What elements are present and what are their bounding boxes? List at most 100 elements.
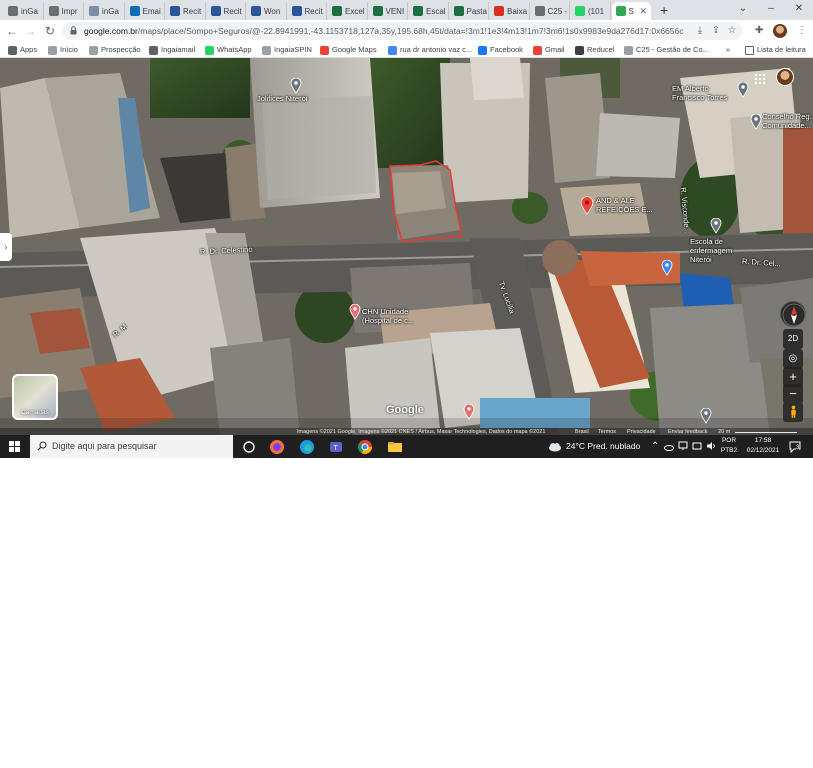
bookmark-item[interactable]: Ingaiamail — [149, 44, 195, 56]
weather-text[interactable]: 24°C Pred. nublado — [566, 435, 640, 458]
browser-tab[interactable]: S ✕ — [611, 2, 651, 20]
forward-button[interactable]: → — [22, 23, 38, 39]
tab-title: Pasta — [466, 6, 487, 16]
reload-button[interactable]: ↻ — [42, 23, 58, 39]
map-account-avatar[interactable] — [776, 68, 794, 86]
network-icon[interactable] — [678, 441, 688, 451]
toggle-2d-button[interactable]: 2D — [783, 329, 803, 349]
hospital-pin-icon-2[interactable] — [463, 404, 475, 420]
edge-icon[interactable] — [298, 438, 316, 456]
tab-favicon-icon — [494, 6, 504, 16]
map-label-jolifices[interactable]: Jolifices Niterói — [257, 94, 307, 103]
collapse-side-panel-button[interactable]: › — [0, 233, 12, 261]
bookmark-item[interactable]: Google Maps — [320, 44, 377, 56]
file-explorer-icon[interactable] — [386, 438, 404, 456]
cloud-weather-icon[interactable] — [548, 441, 562, 452]
street-view-pegman[interactable] — [783, 402, 803, 422]
browser-tab[interactable]: Emai — [126, 2, 165, 20]
community-pin-icon[interactable] — [750, 114, 762, 130]
map-label-and-ale[interactable]: AND & ALE REFEIÇÕES E... — [596, 196, 658, 214]
browser-tab[interactable]: Impr — [45, 2, 84, 20]
google-apps-grid-icon[interactable] — [754, 72, 766, 85]
taskbar-search-box[interactable]: Digite aqui para pesquisar — [30, 435, 233, 458]
power-icon[interactable] — [692, 441, 702, 451]
grey-place-pin-icon[interactable] — [290, 78, 302, 94]
red-place-pin-icon[interactable] — [580, 196, 594, 216]
close-tab-icon[interactable]: ✕ — [639, 6, 647, 17]
bookmark-item[interactable]: Gmail — [533, 44, 565, 56]
blue-place-pin-icon[interactable] — [661, 260, 673, 276]
hospital-pin-icon[interactable] — [349, 304, 361, 320]
kebab-menu-icon[interactable]: ⋮ — [797, 24, 807, 38]
chrome-icon[interactable] — [356, 438, 374, 456]
bookmark-item[interactable]: Início — [48, 44, 78, 56]
lock-icon — [70, 26, 77, 35]
extensions-puzzle-icon[interactable]: ✚ — [755, 24, 763, 38]
volume-icon[interactable] — [706, 441, 717, 451]
map-label-conselho[interactable]: Conselho Reg. Comunidade... — [762, 112, 813, 130]
my-location-button[interactable]: ◎ — [783, 349, 803, 369]
browser-tab[interactable]: Excel — [328, 2, 368, 20]
grey-place-pin-icon-2[interactable] — [700, 408, 712, 424]
clock[interactable]: 17:58 02/12/2021 — [744, 436, 782, 456]
tab-favicon-icon — [453, 6, 464, 16]
notifications-button[interactable]: 3 — [789, 440, 801, 454]
arrow-left-icon: ← — [6, 24, 18, 38]
browser-tab[interactable]: C25 - — [531, 2, 570, 20]
bookmark-item[interactable]: Apps — [8, 44, 37, 56]
bookmark-item[interactable]: Facebook — [478, 44, 523, 56]
profile-avatar[interactable] — [773, 24, 787, 38]
bookmark-item[interactable]: IngaiaSPIN — [262, 44, 312, 56]
teams-icon[interactable]: T — [327, 438, 345, 456]
bookmark-item[interactable]: Prospecção — [89, 44, 141, 56]
browser-tab[interactable]: Pasta — [450, 2, 489, 20]
map-label-chn-unidade[interactable]: CHN Unidade (Hospital de c... — [362, 307, 430, 325]
new-tab-button[interactable]: + — [660, 2, 668, 18]
back-button[interactable]: ← — [4, 23, 20, 39]
close-window-button[interactable]: ✕ — [785, 0, 813, 20]
tab-title: inGa — [21, 6, 38, 16]
map-canvas[interactable]: Jolifices Niterói EM Alberto Francisco T… — [0, 58, 813, 436]
reading-list-button[interactable]: Lista de leitura — [745, 44, 806, 56]
tray-overflow-chevron-icon[interactable]: ⌃ — [651, 435, 659, 458]
bookmark-item[interactable]: WhatsApp — [205, 44, 252, 56]
url-text: google.com.br/maps/place/Sompo+Seguros/@… — [84, 26, 684, 36]
tab-favicon-icon — [413, 6, 423, 16]
browser-tab[interactable]: Recit — [166, 2, 206, 20]
language-indicator[interactable]: POR PTB2 — [718, 436, 740, 456]
bookmarks-overflow-button[interactable]: » — [726, 44, 730, 56]
share-icon[interactable]: ⇪ — [710, 25, 722, 37]
browser-tab[interactable]: Baixa — [490, 2, 530, 20]
minimize-button[interactable]: – — [757, 0, 785, 20]
zoom-out-button[interactable]: − — [783, 384, 803, 404]
bookmark-item[interactable]: Reducel — [575, 44, 615, 56]
school-pin-icon[interactable] — [737, 82, 749, 98]
layers-button[interactable]: Camadas — [12, 374, 58, 420]
compass-button[interactable] — [780, 301, 806, 327]
bookmark-item[interactable]: rua dr antonio vaz c... — [388, 44, 472, 56]
map-label-em-alberto[interactable]: EM Alberto Francisco Torres — [672, 84, 742, 102]
onedrive-cloud-icon[interactable] — [664, 442, 674, 451]
map-label-escola-enfermagem[interactable]: Escola de enfermagem Niterói — [690, 237, 738, 264]
bookmark-star-icon[interactable]: ☆ — [726, 25, 738, 37]
browser-tab[interactable]: (101 — [571, 2, 611, 20]
browser-tab[interactable]: inGa — [85, 2, 125, 20]
firefox-icon[interactable] — [268, 438, 286, 456]
windows-start-icon[interactable] — [9, 441, 20, 452]
tab-search-button[interactable]: ⌄ — [729, 0, 757, 20]
tab-title: Won — [264, 6, 281, 16]
install-app-icon[interactable]: ⤓ — [694, 25, 706, 37]
browser-tab[interactable]: inGa — [4, 2, 44, 20]
bookmark-item[interactable]: C25 - Gestão de Co... — [624, 44, 709, 56]
bookmark-label: Ingaiamail — [161, 45, 196, 54]
reading-list-label: Lista de leitura — [757, 45, 806, 54]
location-target-icon: ◎ — [788, 353, 798, 364]
task-view-icon[interactable] — [240, 438, 258, 456]
browser-tab[interactable]: Won — [247, 2, 287, 20]
browser-tab[interactable]: VENI — [369, 2, 408, 20]
browser-tab[interactable]: Escal — [409, 2, 449, 20]
school-pin-icon-2[interactable] — [710, 218, 722, 234]
address-bar[interactable]: google.com.br/maps/place/Sompo+Seguros/@… — [62, 22, 742, 40]
browser-tab[interactable]: Recit — [288, 2, 327, 20]
browser-tab[interactable]: Recit — [207, 2, 246, 20]
